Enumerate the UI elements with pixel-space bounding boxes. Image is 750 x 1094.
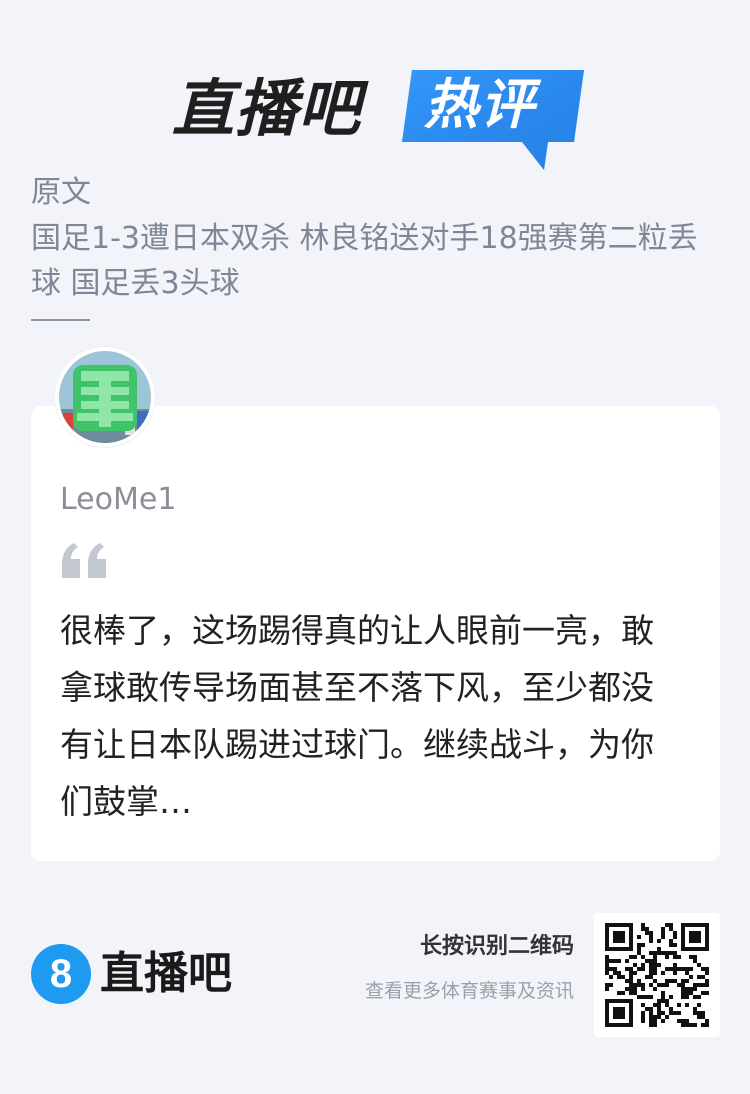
zhibo8-logo-icon: 8 — [31, 944, 91, 1004]
comment-text: 很棒了，这场踢得真的让人眼前一亮，敢拿球敢传导场面甚至不落下风，至少都没有让日本… — [60, 611, 654, 821]
qr-code-icon — [605, 923, 709, 1027]
header-brand-text: 直播吧 — [172, 72, 362, 145]
quote-icon — [62, 543, 106, 578]
share-card-page: 直播吧 热评 原文 国足1-3遭日本双杀 林良铭送对手18强赛第二粒丢球 国足丢… — [0, 0, 750, 1094]
qr-title: 长按识别二维码 — [419, 934, 574, 959]
avatar[interactable] — [55, 347, 155, 447]
hot-badge-text: 热评 — [424, 73, 536, 136]
qr-code[interactable] — [594, 913, 720, 1037]
logo-number: 8 — [50, 952, 72, 996]
avatar-image — [59, 351, 151, 443]
hot-comment-badge: 热评 — [398, 68, 584, 172]
footer-brand: 直播吧 — [100, 948, 232, 999]
comment-card: LeoMe1 很棒了，这场踢得真的让人眼前一亮，敢拿球敢传导场面甚至不落下风，至… — [31, 406, 720, 861]
comment-username[interactable]: LeoMe1 — [60, 482, 176, 518]
article-title[interactable]: 国足1-3遭日本双杀 林良铭送对手18强赛第二粒丢球 国足丢3头球 — [31, 216, 711, 306]
qr-subtitle: 查看更多体育赛事及资讯 — [364, 980, 574, 1002]
qr-hint: 长按识别二维码 查看更多体育赛事及资讯 — [365, 932, 574, 1004]
source-label: 原文 — [31, 175, 91, 210]
header-logo: 直播吧 热评 — [172, 68, 584, 172]
divider — [31, 319, 90, 321]
